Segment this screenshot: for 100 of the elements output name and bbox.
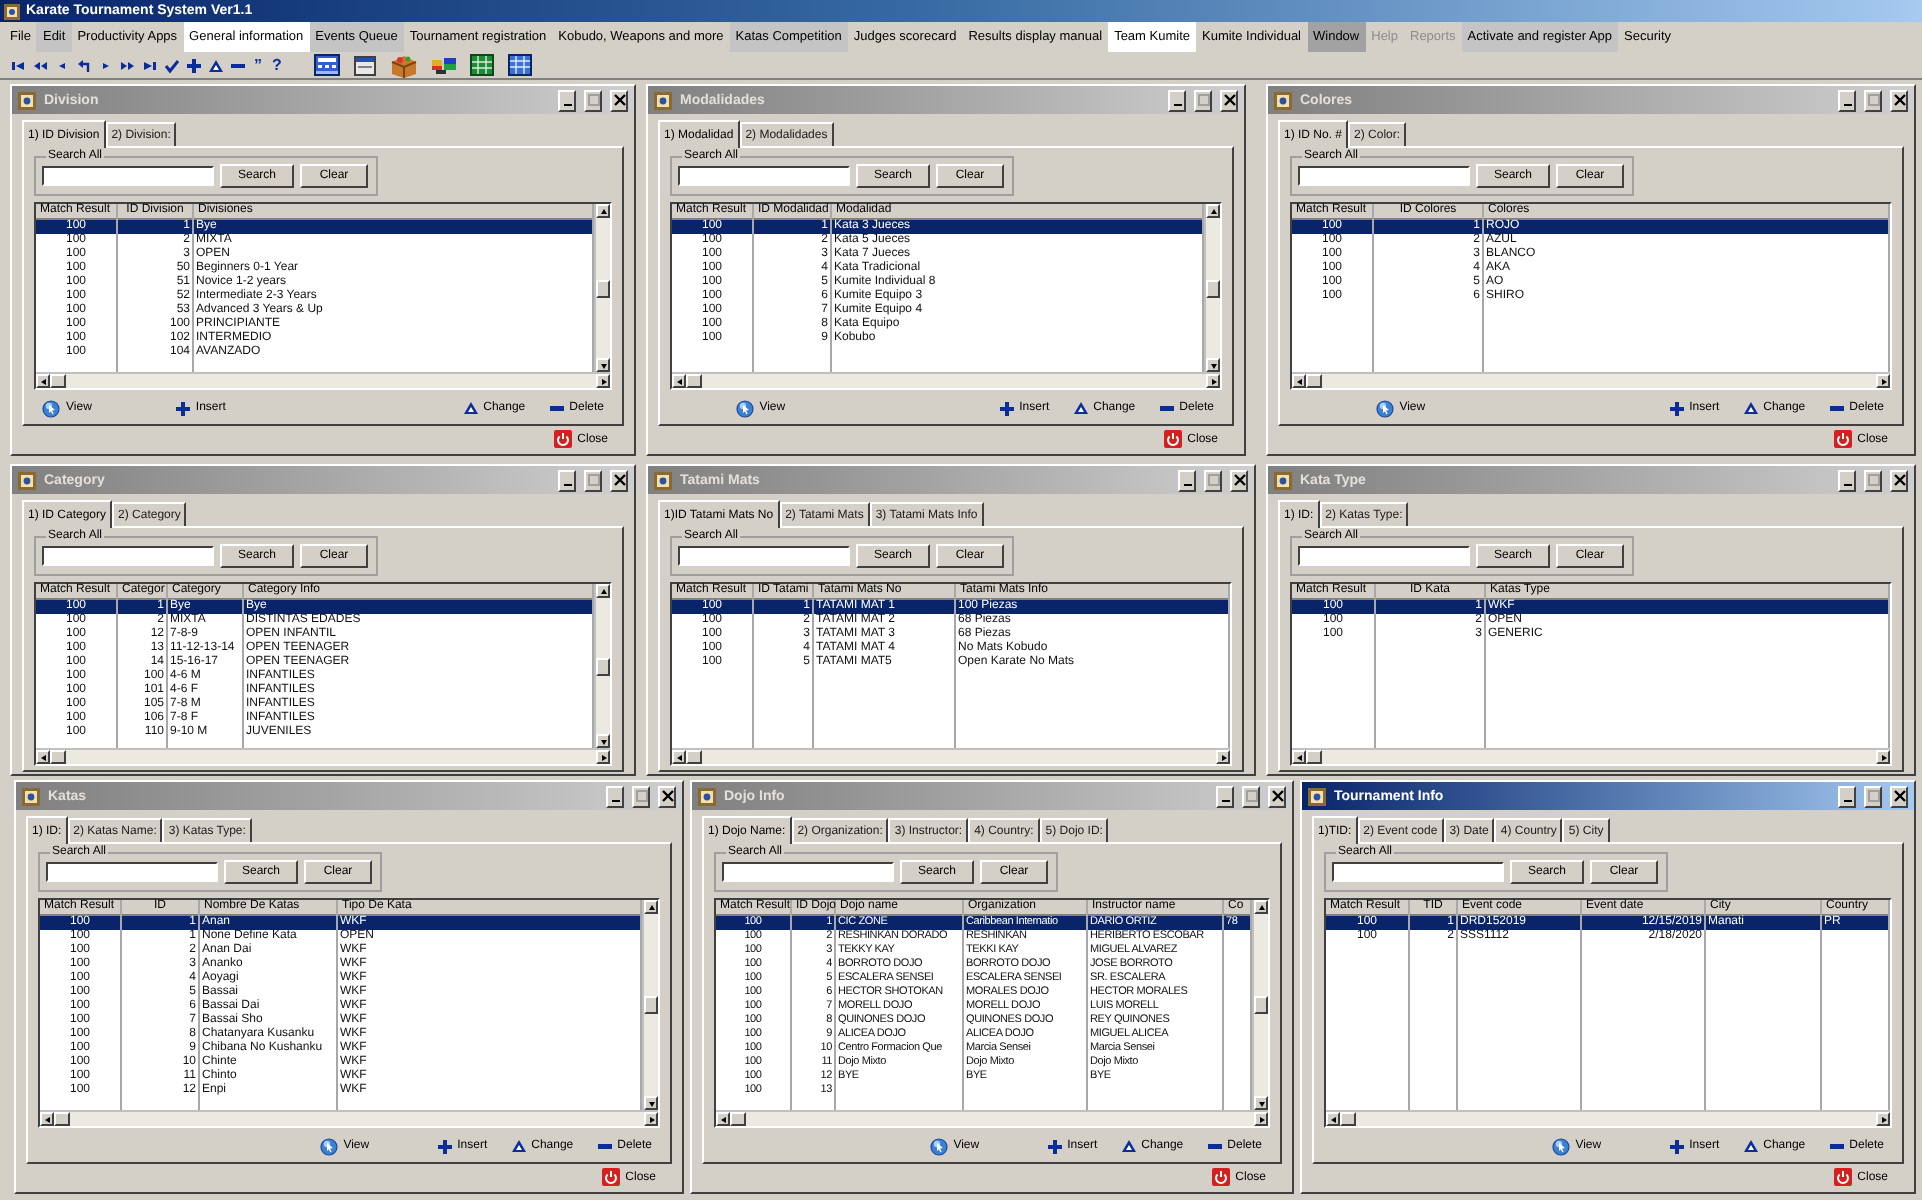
minimize-button[interactable]: [1178, 469, 1196, 491]
previous-icon[interactable]: [54, 57, 70, 73]
down-arrow-icon[interactable]: [597, 359, 609, 371]
search-field[interactable]: [46, 862, 218, 882]
scroll-thumb[interactable]: [596, 657, 610, 675]
left-arrow-icon[interactable]: [37, 751, 49, 763]
previous-page-icon[interactable]: [32, 57, 48, 73]
minimize-button[interactable]: [1216, 785, 1234, 807]
scroll-thumb[interactable]: [54, 1112, 70, 1126]
left-arrow-icon[interactable]: [1327, 1113, 1339, 1125]
scroll-thumb[interactable]: [596, 279, 610, 297]
search-field[interactable]: [1298, 546, 1470, 566]
horizontal-scrollbar[interactable]: [1292, 748, 1890, 764]
minimize-button[interactable]: [558, 89, 576, 111]
up-arrow-icon[interactable]: [1207, 205, 1219, 217]
left-arrow-icon[interactable]: [37, 375, 49, 387]
maximize-button[interactable]: [1864, 89, 1882, 111]
minimize-button[interactable]: [1838, 785, 1856, 807]
scroll-thumb[interactable]: [686, 750, 702, 764]
right-arrow-icon[interactable]: [597, 751, 609, 763]
search-field[interactable]: [42, 546, 214, 566]
horizontal-scrollbar[interactable]: [36, 748, 610, 764]
right-arrow-icon[interactable]: [1877, 375, 1889, 387]
scroll-thumb[interactable]: [1306, 750, 1322, 764]
vertical-scrollbar[interactable]: [1204, 204, 1220, 372]
search-field[interactable]: [1298, 166, 1470, 186]
checkmark-icon[interactable]: [164, 57, 180, 73]
toolbar-button[interactable]: ?: [270, 55, 284, 75]
search-field[interactable]: [42, 166, 214, 186]
minimize-button[interactable]: [1838, 469, 1856, 491]
close-window-button[interactable]: [610, 469, 628, 491]
first-record-icon[interactable]: [10, 57, 26, 73]
package-icon[interactable]: [389, 53, 418, 77]
scroll-thumb[interactable]: [50, 750, 66, 764]
vertical-scrollbar[interactable]: [594, 584, 610, 748]
maximize-button[interactable]: [1204, 469, 1222, 491]
left-arrow-icon[interactable]: [717, 1113, 729, 1125]
scroll-thumb[interactable]: [730, 1112, 746, 1126]
maximize-button[interactable]: [1194, 89, 1212, 111]
horizontal-scrollbar[interactable]: [1326, 1110, 1890, 1126]
maximize-button[interactable]: [1864, 785, 1882, 807]
vertical-scrollbar[interactable]: [642, 900, 658, 1110]
horizontal-scrollbar[interactable]: [1292, 372, 1890, 388]
toolbar-button[interactable]: ”: [252, 55, 264, 75]
horizontal-scrollbar[interactable]: [716, 1110, 1268, 1126]
right-arrow-icon[interactable]: [1877, 1113, 1889, 1125]
maximize-button[interactable]: [584, 469, 602, 491]
horizontal-scrollbar[interactable]: [672, 748, 1230, 764]
calculator-icon[interactable]: [313, 54, 340, 76]
close-window-button[interactable]: [1890, 785, 1908, 807]
minimize-button[interactable]: [1168, 89, 1186, 111]
scroll-thumb[interactable]: [644, 996, 658, 1014]
horizontal-scrollbar[interactable]: [40, 1110, 658, 1126]
scroll-thumb[interactable]: [686, 374, 702, 388]
maximize-button[interactable]: [584, 89, 602, 111]
up-arrow-icon[interactable]: [597, 205, 609, 217]
close-window-button[interactable]: [610, 89, 628, 111]
right-arrow-icon[interactable]: [1217, 751, 1229, 763]
left-arrow-icon[interactable]: [1293, 751, 1305, 763]
minimize-button[interactable]: [1838, 89, 1856, 111]
close-window-button[interactable]: [1890, 89, 1908, 111]
down-arrow-icon[interactable]: [645, 1097, 657, 1109]
search-field[interactable]: [678, 546, 850, 566]
spreadsheet-icon[interactable]: [469, 54, 494, 76]
close-window-button[interactable]: [1220, 89, 1238, 111]
left-arrow-icon[interactable]: [673, 375, 685, 387]
up-arrow-icon[interactable]: [645, 901, 657, 913]
triangle-icon[interactable]: [208, 57, 224, 73]
left-arrow-icon[interactable]: [673, 751, 685, 763]
close-window-button[interactable]: [658, 785, 676, 807]
vertical-scrollbar[interactable]: [1252, 900, 1268, 1110]
maximize-button[interactable]: [632, 785, 650, 807]
undo-arrow-icon[interactable]: [76, 57, 92, 73]
maximize-button[interactable]: [1242, 785, 1260, 807]
up-arrow-icon[interactable]: [1255, 901, 1267, 913]
vertical-scrollbar[interactable]: [594, 204, 610, 372]
right-arrow-icon[interactable]: [1877, 751, 1889, 763]
maximize-button[interactable]: [1864, 469, 1882, 491]
scroll-thumb[interactable]: [50, 374, 66, 388]
horizontal-scrollbar[interactable]: [36, 372, 610, 388]
left-arrow-icon[interactable]: [1293, 375, 1305, 387]
last-record-icon[interactable]: [142, 57, 158, 73]
close-window-button[interactable]: [1230, 469, 1248, 491]
down-arrow-icon[interactable]: [1207, 359, 1219, 371]
window-icon[interactable]: [353, 55, 376, 75]
minimize-button[interactable]: [606, 785, 624, 807]
scroll-thumb[interactable]: [1206, 279, 1220, 297]
scroll-thumb[interactable]: [1306, 374, 1322, 388]
left-arrow-icon[interactable]: [41, 1113, 53, 1125]
scroll-thumb[interactable]: [1340, 1112, 1356, 1126]
close-window-button[interactable]: [1268, 785, 1286, 807]
right-arrow-icon[interactable]: [645, 1113, 657, 1125]
search-field[interactable]: [722, 862, 894, 882]
search-field[interactable]: [678, 166, 850, 186]
plus-icon[interactable]: [186, 57, 202, 73]
right-arrow-icon[interactable]: [597, 375, 609, 387]
horizontal-scrollbar[interactable]: [672, 372, 1220, 388]
search-field[interactable]: [1332, 862, 1504, 882]
close-window-button[interactable]: [1890, 469, 1908, 491]
down-arrow-icon[interactable]: [597, 735, 609, 747]
